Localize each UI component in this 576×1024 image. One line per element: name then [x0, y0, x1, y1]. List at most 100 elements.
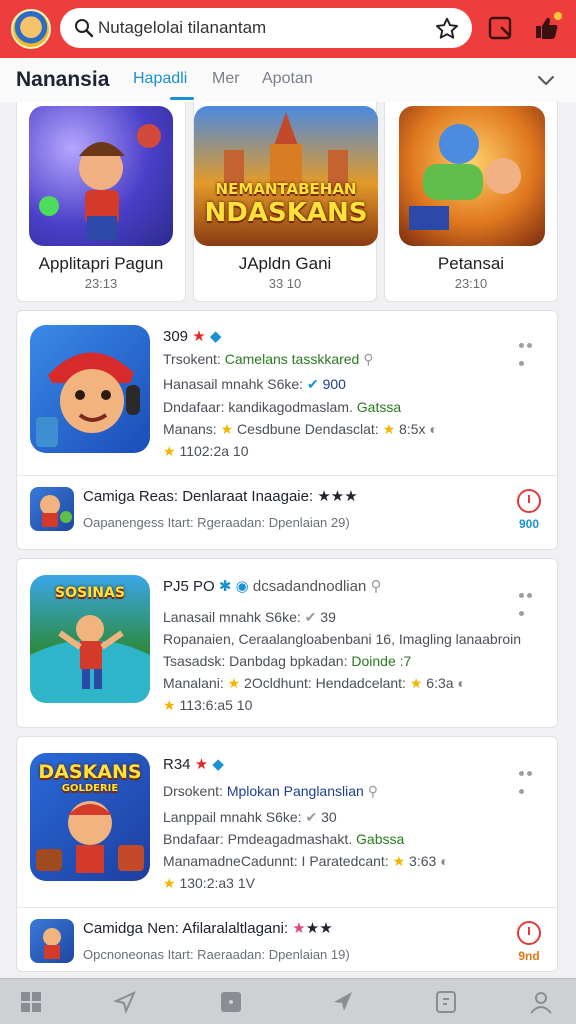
app-icon: [30, 325, 150, 453]
manans-score: 6:3a: [426, 675, 454, 691]
featured-art: NEMANTABEHAN NDASKANS: [194, 106, 378, 246]
send-icon[interactable]: [112, 989, 138, 1015]
verified-icon: ◆: [209, 328, 222, 345]
featured-card[interactable]: Petansai 23:10: [384, 102, 558, 302]
info-icon: ◉: [235, 578, 249, 595]
featured-art: [29, 106, 173, 246]
app-manans: Manans: ★ Cesdbune Dendasclat: ★ 8:5x ◐: [163, 421, 438, 438]
check-icon: ✔: [305, 809, 318, 825]
tab-apotan[interactable]: Apotan: [262, 70, 313, 88]
developer-label: Drsokent:: [163, 783, 223, 799]
manans-score: 3:63: [409, 853, 437, 869]
developer-name[interactable]: Mplokan Panglanslian: [227, 783, 364, 799]
app-title: PJ5 PO ✱ ◉ dcsadandnodlian ⚲: [163, 577, 381, 595]
manans-label: ManamadneCadunnt: I Paratedcant:: [163, 853, 389, 869]
app-card[interactable]: 309 ★ ◆ Trsokent: Camelans tasskkared ⚲ …: [16, 310, 558, 550]
app-developer: Trsokent: Camelans tasskkared ⚲: [163, 351, 374, 368]
more-options-icon[interactable]: [519, 763, 541, 794]
featured-art: [399, 106, 545, 246]
search-box[interactable]: [60, 8, 472, 48]
more-options-icon[interactable]: [519, 335, 541, 366]
favorite-star-icon[interactable]: [434, 16, 460, 42]
sub-title-text[interactable]: Camiga Reas: Denlaraat Inaagaie:: [83, 488, 313, 505]
app-manans: ManamadneCadunnt: I Paratedcant: ★ 3:63 …: [163, 853, 449, 870]
sub-title: Camiga Reas: Denlaraat Inaagaie: ★★★: [83, 487, 358, 505]
app-card[interactable]: DASKANS GOLDERIE R34 ★ ◆ Drsokent: Mplok…: [16, 736, 558, 972]
app-size: Hanasail mnahk S6ke: ✔ 900: [163, 376, 346, 393]
app-description: Bndafaar: Pmdeagadmashakt. Gabssa: [163, 831, 404, 847]
search-icon: [75, 19, 94, 38]
size-value: 39: [320, 609, 336, 625]
developer-name[interactable]: dcsadandnodlian: [253, 578, 366, 595]
featured-date: 23:13: [84, 276, 118, 291]
size-label: Hanasail mnahk S6ke:: [163, 376, 304, 392]
description-text: Dndafaar: kandikagodmaslam.: [163, 399, 353, 415]
avatar[interactable]: [11, 9, 51, 49]
app-title-text: PJ5 PO: [163, 578, 215, 595]
star-icon: ★: [292, 920, 306, 937]
star-icon: ★: [163, 443, 176, 459]
app-developer: Drsokent: Mplokan Panglanslian ⚲: [163, 783, 378, 800]
profile-icon[interactable]: [528, 989, 554, 1015]
more-options-icon[interactable]: [519, 585, 541, 616]
star-icon: ★: [163, 697, 176, 713]
manans-value: 2Ocldhunt: Hendadcelant:: [244, 675, 406, 691]
featured-card[interactable]: Applitapri Pagun 23:13: [16, 102, 186, 302]
app-icon: SOSINAS: [30, 575, 150, 703]
description-text: Bndafaar: Pmdeagadmashakt.: [163, 831, 353, 847]
timer-icon: [517, 489, 541, 513]
verified-icon: ◆: [212, 756, 224, 773]
lock-icon: ◐: [440, 853, 449, 869]
app-description: Ropanaien, Ceraalangloabenbani 16, Imagl…: [163, 631, 522, 647]
notifications-icon[interactable]: [485, 12, 519, 46]
description-accent: Gabssa: [356, 831, 405, 847]
search-input[interactable]: [98, 16, 418, 40]
app-title-text: R34: [163, 756, 191, 773]
timer-icon: [517, 921, 541, 945]
tab-hapadli[interactable]: Hapadli: [133, 70, 187, 88]
featured-title: Petansai: [437, 254, 505, 273]
navigate-icon[interactable]: [330, 989, 356, 1015]
download-badge[interactable]: 9nd: [515, 921, 543, 963]
size-value: 900: [322, 376, 346, 392]
verified-icon: ✱: [218, 578, 232, 595]
app-rating: ★ 113:6:a5 10: [163, 697, 252, 714]
featured-art-text: NDASKANS: [204, 198, 368, 228]
sub-title-text[interactable]: Camidga Nen: Afilaralaltlagani:: [83, 920, 288, 937]
lock-icon: ◐: [429, 421, 438, 437]
app-art-text: DASKANS: [38, 761, 142, 783]
star-icon: ★: [163, 875, 176, 891]
manans-value: Cesdbune Dendasclat:: [237, 421, 379, 437]
app-card[interactable]: SOSINAS PJ5 PO ✱ ◉ dcsadandnodlian ⚲ Lan…: [16, 558, 558, 728]
tags-value: Doinde :7: [351, 653, 412, 669]
manans-score: 8:5x: [399, 421, 426, 437]
badge-value: 9nd: [518, 949, 540, 963]
download-badge[interactable]: 900: [515, 489, 543, 531]
tag-icon[interactable]: [433, 989, 459, 1015]
sub-title: Camidga Nen: Afilaralaltlagani: ★★★: [83, 919, 333, 937]
sub-meta: Opcnoneonas Itart: Raeraadan: Dpenlaian …: [83, 947, 350, 962]
divider: [17, 907, 557, 908]
home-icon[interactable]: [18, 989, 44, 1015]
featured-title: JApldn Gani: [238, 254, 332, 273]
top-app-bar: [0, 0, 576, 58]
size-label: Lanppail mnahk S6ke:: [163, 809, 302, 825]
square-icon[interactable]: [218, 989, 244, 1015]
featured-card[interactable]: NEMANTABEHAN NDASKANS JApldn Gani 33 10: [193, 102, 378, 302]
notification-dot: [554, 12, 562, 20]
sub-app-icon: [30, 919, 74, 963]
tab-mer[interactable]: Mer: [212, 70, 240, 88]
developer-name[interactable]: Camelans tasskkared: [225, 351, 360, 367]
rating-text: 130:2:a3 1V: [179, 875, 255, 891]
likes-button[interactable]: [530, 12, 564, 46]
app-rating: ★ 130:2:a3 1V: [163, 875, 255, 892]
star-icon: ★: [227, 675, 241, 691]
app-tags: Tsasadsk: Danbdag bpkadan: Doinde :7: [163, 653, 411, 669]
chevron-down-icon[interactable]: [536, 72, 556, 88]
bottom-navigation: [0, 978, 576, 1024]
app-icon: DASKANS GOLDERIE: [30, 753, 150, 881]
star-badge-icon: ★: [192, 328, 206, 345]
app-art-text: SOSINAS: [55, 585, 125, 601]
size-value: 30: [321, 809, 337, 825]
app-size: Lanasail mnahk S6ke: ✔ 39: [163, 609, 336, 626]
